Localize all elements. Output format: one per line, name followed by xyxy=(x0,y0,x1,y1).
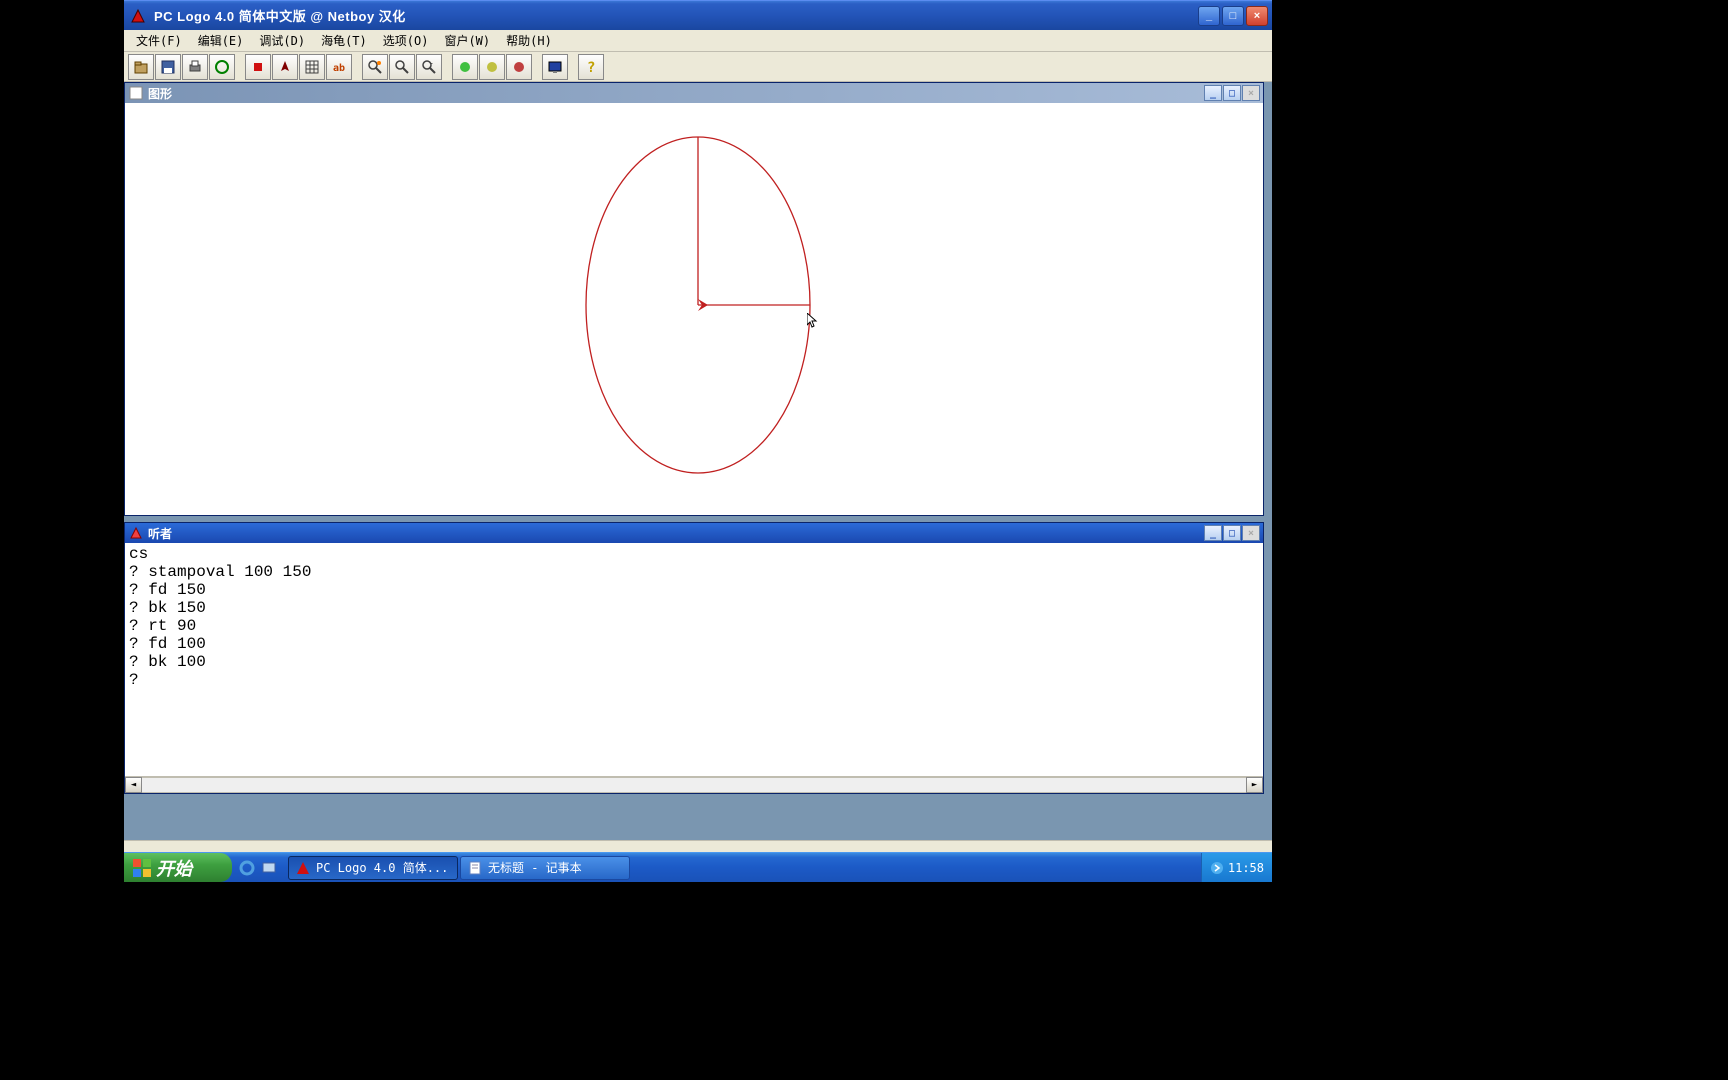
app-icon xyxy=(128,6,148,26)
tool-go-icon[interactable] xyxy=(452,54,478,80)
task-label: 无标题 - 记事本 xyxy=(488,859,582,876)
notepad-icon xyxy=(467,860,483,876)
tool-zoom-in-icon[interactable] xyxy=(389,54,415,80)
tool-save-icon[interactable] xyxy=(155,54,181,80)
task-pclogo[interactable]: PC Logo 4.0 简体... xyxy=(288,856,458,880)
graphic-window: 图形 _ □ × xyxy=(124,82,1264,516)
tool-pause-icon[interactable] xyxy=(479,54,505,80)
taskbar: 开始 PC Logo 4.0 简体... 无标题 - 记事本 11:58 xyxy=(124,852,1272,882)
clock: 11:58 xyxy=(1228,861,1264,875)
graphic-title: 图形 xyxy=(148,85,1204,102)
turtle-drawing xyxy=(125,103,1265,517)
listener-window-icon xyxy=(128,525,144,541)
title-bar: PC Logo 4.0 简体中文版 @ Netboy 汉化 _ □ × xyxy=(124,0,1272,30)
windows-logo-icon xyxy=(132,858,152,878)
tool-stop-icon[interactable] xyxy=(245,54,271,80)
tool-zoom-out-icon[interactable]: - xyxy=(416,54,442,80)
toolbar: ab - ? xyxy=(124,52,1272,82)
quick-launch xyxy=(232,853,284,882)
ie-icon[interactable] xyxy=(238,859,256,877)
tool-screen-icon[interactable] xyxy=(542,54,568,80)
menu-help[interactable]: 帮助(H) xyxy=(498,30,560,51)
tool-trace-icon[interactable]: ab xyxy=(326,54,352,80)
graphic-close-button[interactable]: × xyxy=(1242,85,1260,101)
menu-file[interactable]: 文件(F) xyxy=(128,30,190,51)
svg-text:ab: ab xyxy=(333,63,345,74)
tool-grid-icon[interactable] xyxy=(299,54,325,80)
listener-minimize-button[interactable]: _ xyxy=(1204,525,1222,541)
listener-window: 听者 _ □ × cs ? stampoval 100 150 ? fd 150… xyxy=(124,522,1264,794)
menu-window[interactable]: 窗户(W) xyxy=(436,30,498,51)
listener-maximize-button[interactable]: □ xyxy=(1223,525,1241,541)
scroll-right-icon[interactable]: ► xyxy=(1246,777,1263,793)
menu-options[interactable]: 选项(O) xyxy=(375,30,437,51)
listener-input[interactable]: cs ? stampoval 100 150 ? fd 150 ? bk 150… xyxy=(125,543,1263,776)
menu-edit[interactable]: 编辑(E) xyxy=(190,30,252,51)
listener-title: 听者 xyxy=(148,525,1204,542)
tool-paint-icon[interactable] xyxy=(209,54,235,80)
tool-help-icon[interactable]: ? xyxy=(578,54,604,80)
svg-text:-: - xyxy=(430,60,434,67)
tray-arrow-icon[interactable] xyxy=(1210,861,1224,875)
maximize-button[interactable]: □ xyxy=(1222,6,1244,26)
menu-debug[interactable]: 调试(D) xyxy=(251,30,313,51)
tool-print-icon[interactable] xyxy=(182,54,208,80)
menu-turtle[interactable]: 海龟(T) xyxy=(313,30,375,51)
graphic-maximize-button[interactable]: □ xyxy=(1223,85,1241,101)
listener-hscrollbar[interactable]: ◄ ► xyxy=(125,776,1263,793)
graphic-canvas[interactable] xyxy=(125,103,1263,515)
svg-text:?: ? xyxy=(587,60,595,75)
scroll-track[interactable] xyxy=(142,777,1246,793)
scroll-left-icon[interactable]: ◄ xyxy=(125,777,142,793)
task-notepad[interactable]: 无标题 - 记事本 xyxy=(460,856,630,880)
menu-bar: 文件(F) 编辑(E) 调试(D) 海龟(T) 选项(O) 窗户(W) 帮助(H… xyxy=(124,30,1272,52)
task-label: PC Logo 4.0 简体... xyxy=(316,859,448,876)
tool-turtle-icon[interactable] xyxy=(272,54,298,80)
start-label: 开始 xyxy=(156,855,192,881)
task-buttons: PC Logo 4.0 简体... 无标题 - 记事本 xyxy=(284,853,1201,882)
tool-open-icon[interactable] xyxy=(128,54,154,80)
app-title: PC Logo 4.0 简体中文版 @ Netboy 汉化 xyxy=(154,6,1198,25)
listener-titlebar[interactable]: 听者 _ □ × xyxy=(125,523,1263,543)
minimize-button[interactable]: _ xyxy=(1198,6,1220,26)
graphic-window-icon xyxy=(128,85,144,101)
desktop-icon[interactable] xyxy=(260,859,278,877)
tool-find-icon[interactable] xyxy=(362,54,388,80)
system-tray[interactable]: 11:58 xyxy=(1201,853,1272,882)
listener-close-button[interactable]: × xyxy=(1242,525,1260,541)
mdi-client-area: 图形 _ □ × xyxy=(124,82,1272,840)
logo-app-icon xyxy=(295,860,311,876)
app-window: PC Logo 4.0 简体中文版 @ Netboy 汉化 _ □ × 文件(F… xyxy=(124,0,1272,862)
close-button[interactable]: × xyxy=(1246,6,1268,26)
graphic-minimize-button[interactable]: _ xyxy=(1204,85,1222,101)
window-controls: _ □ × xyxy=(1198,6,1268,26)
start-button[interactable]: 开始 xyxy=(124,853,232,882)
tool-halt-icon[interactable] xyxy=(506,54,532,80)
graphic-titlebar[interactable]: 图形 _ □ × xyxy=(125,83,1263,103)
